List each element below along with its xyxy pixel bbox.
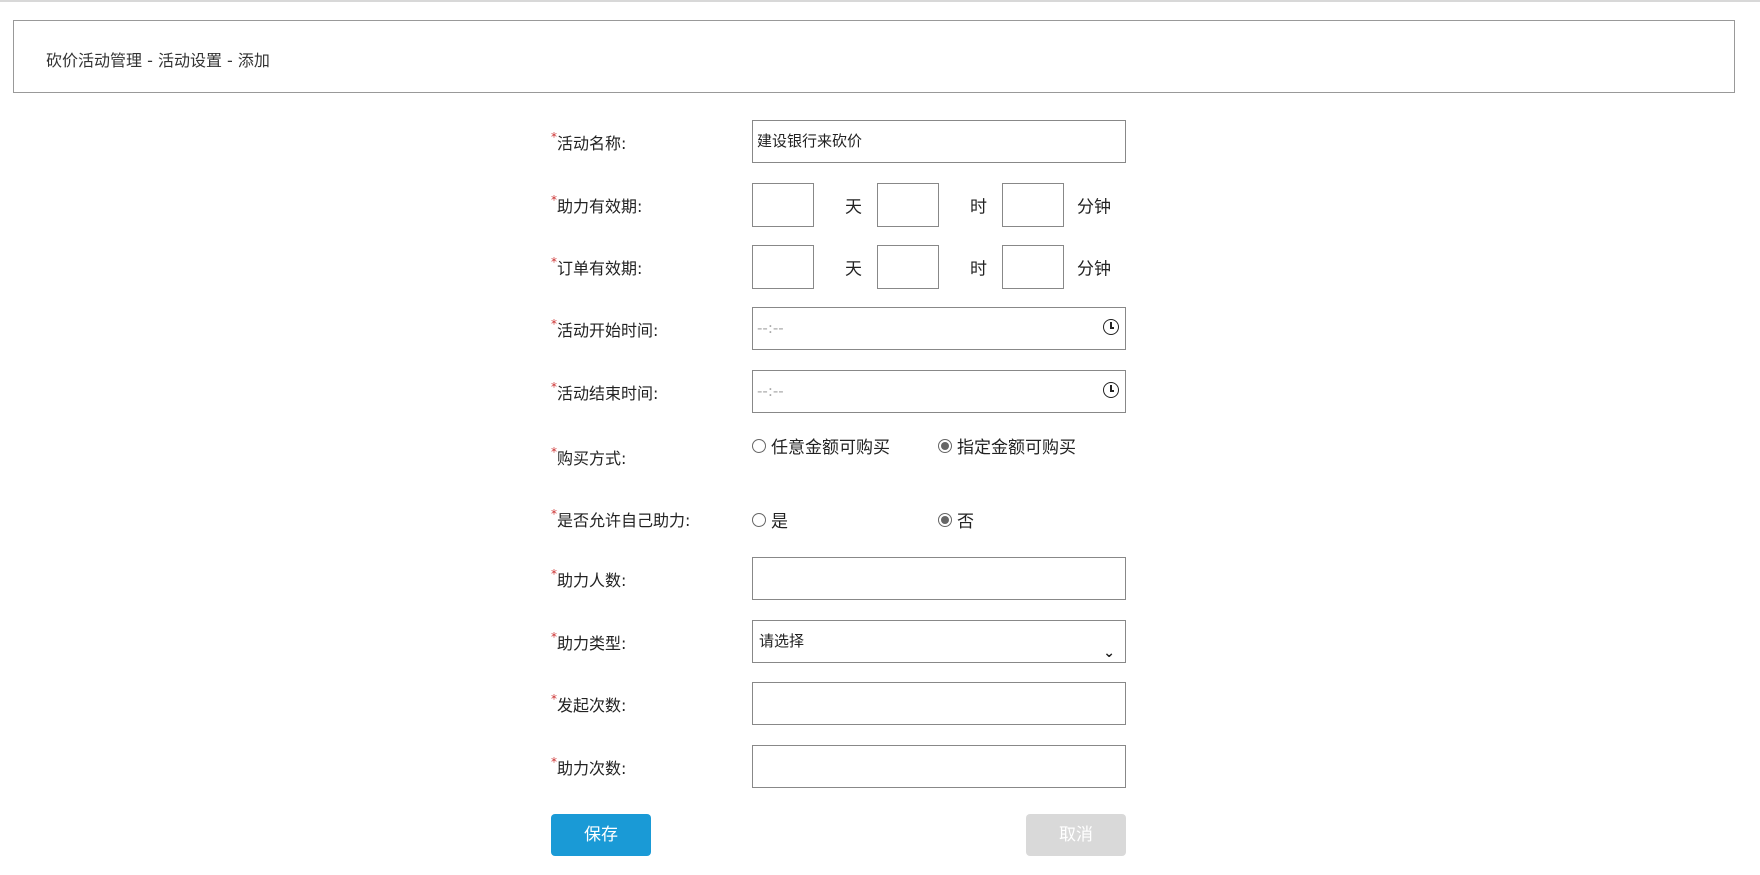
launch-times-input[interactable] xyxy=(752,682,1126,725)
end-time-placeholder: --:-- xyxy=(757,382,784,400)
assist-hours-input[interactable] xyxy=(877,183,939,227)
cancel-button[interactable]: 取消 xyxy=(1026,814,1126,856)
order-days-input[interactable] xyxy=(752,245,814,289)
top-divider xyxy=(0,0,1760,2)
unit-day: 天 xyxy=(845,197,862,218)
label-end-time: 活动结束时间: xyxy=(557,384,659,403)
row-activity-name: *活动名称: 建设银行来砍价 xyxy=(551,120,1131,164)
save-button[interactable]: 保存 xyxy=(551,814,651,856)
start-time-placeholder: --:-- xyxy=(757,319,784,337)
label-activity-name: 活动名称: xyxy=(557,134,627,153)
row-assist-times: *助力次数: xyxy=(551,745,1131,789)
activity-name-input[interactable]: 建设银行来砍价 xyxy=(752,120,1126,163)
unit-minute: 分钟 xyxy=(1077,197,1111,218)
radio-label: 任意金额可购买 xyxy=(771,438,890,458)
order-minutes-input[interactable] xyxy=(1002,245,1064,289)
unit-minute: 分钟 xyxy=(1077,259,1111,280)
row-assist-validity: *助力有效期: 天 时 分钟 xyxy=(551,183,1131,227)
label-order-validity: 订单有效期: xyxy=(557,259,643,278)
clock-icon[interactable] xyxy=(1103,319,1119,335)
assist-times-input[interactable] xyxy=(752,745,1126,788)
chevron-down-icon: ⌄ xyxy=(1103,645,1115,661)
radio-any-amount[interactable]: 任意金额可购买 xyxy=(752,433,890,458)
unit-day: 天 xyxy=(845,259,862,280)
radio-circle-checked[interactable] xyxy=(938,438,952,453)
clock-icon[interactable] xyxy=(1103,382,1119,398)
select-value: 请选择 xyxy=(759,632,805,650)
row-purchase-mode: *购买方式: 任意金额可购买 指定金额可购买 xyxy=(551,431,1131,475)
assist-type-select[interactable]: 请选择 ⌄ xyxy=(752,620,1126,663)
label-assist-times: 助力次数: xyxy=(557,759,627,778)
order-hours-input[interactable] xyxy=(877,245,939,289)
unit-hour: 时 xyxy=(970,259,987,280)
radio-circle[interactable] xyxy=(752,438,766,453)
unit-hour: 时 xyxy=(970,197,987,218)
radio-circle-checked[interactable] xyxy=(938,512,952,527)
breadcrumb-bar: 砍价活动管理 - 活动设置 - 添加 xyxy=(13,20,1735,93)
radio-label: 否 xyxy=(957,512,974,532)
assist-days-input[interactable] xyxy=(752,183,814,227)
label-assist-type: 助力类型: xyxy=(557,634,627,653)
radio-no[interactable]: 否 xyxy=(938,507,974,532)
breadcrumb: 砍价活动管理 - 活动设置 - 添加 xyxy=(46,51,270,70)
radio-fixed-amount[interactable]: 指定金额可购买 xyxy=(938,433,1076,458)
label-start-time: 活动开始时间: xyxy=(557,321,659,340)
label-purchase-mode: 购买方式: xyxy=(557,449,627,469)
row-start-time: *活动开始时间: --:-- xyxy=(551,307,1131,351)
row-end-time: *活动结束时间: --:-- xyxy=(551,370,1131,414)
assist-minutes-input[interactable] xyxy=(1002,183,1064,227)
assist-count-input[interactable] xyxy=(752,557,1126,600)
row-launch-times: *发起次数: xyxy=(551,682,1131,726)
radio-label: 指定金额可购买 xyxy=(957,438,1076,458)
radio-yes[interactable]: 是 xyxy=(752,507,788,532)
label-assist-count: 助力人数: xyxy=(557,571,627,590)
row-assist-type: *助力类型: 请选择 ⌄ xyxy=(551,620,1131,664)
radio-label: 是 xyxy=(771,512,788,532)
label-self-assist: 是否允许自己助力: xyxy=(557,511,691,530)
row-assist-count: *助力人数: xyxy=(551,557,1131,601)
row-self-assist: *是否允许自己助力: 是 否 xyxy=(551,507,974,532)
radio-circle[interactable] xyxy=(752,512,766,527)
label-launch-times: 发起次数: xyxy=(557,696,627,715)
start-time-input[interactable]: --:-- xyxy=(752,307,1126,350)
end-time-input[interactable]: --:-- xyxy=(752,370,1126,413)
row-order-validity: *订单有效期: 天 时 分钟 xyxy=(551,245,1131,289)
label-assist-validity: 助力有效期: xyxy=(557,197,643,216)
